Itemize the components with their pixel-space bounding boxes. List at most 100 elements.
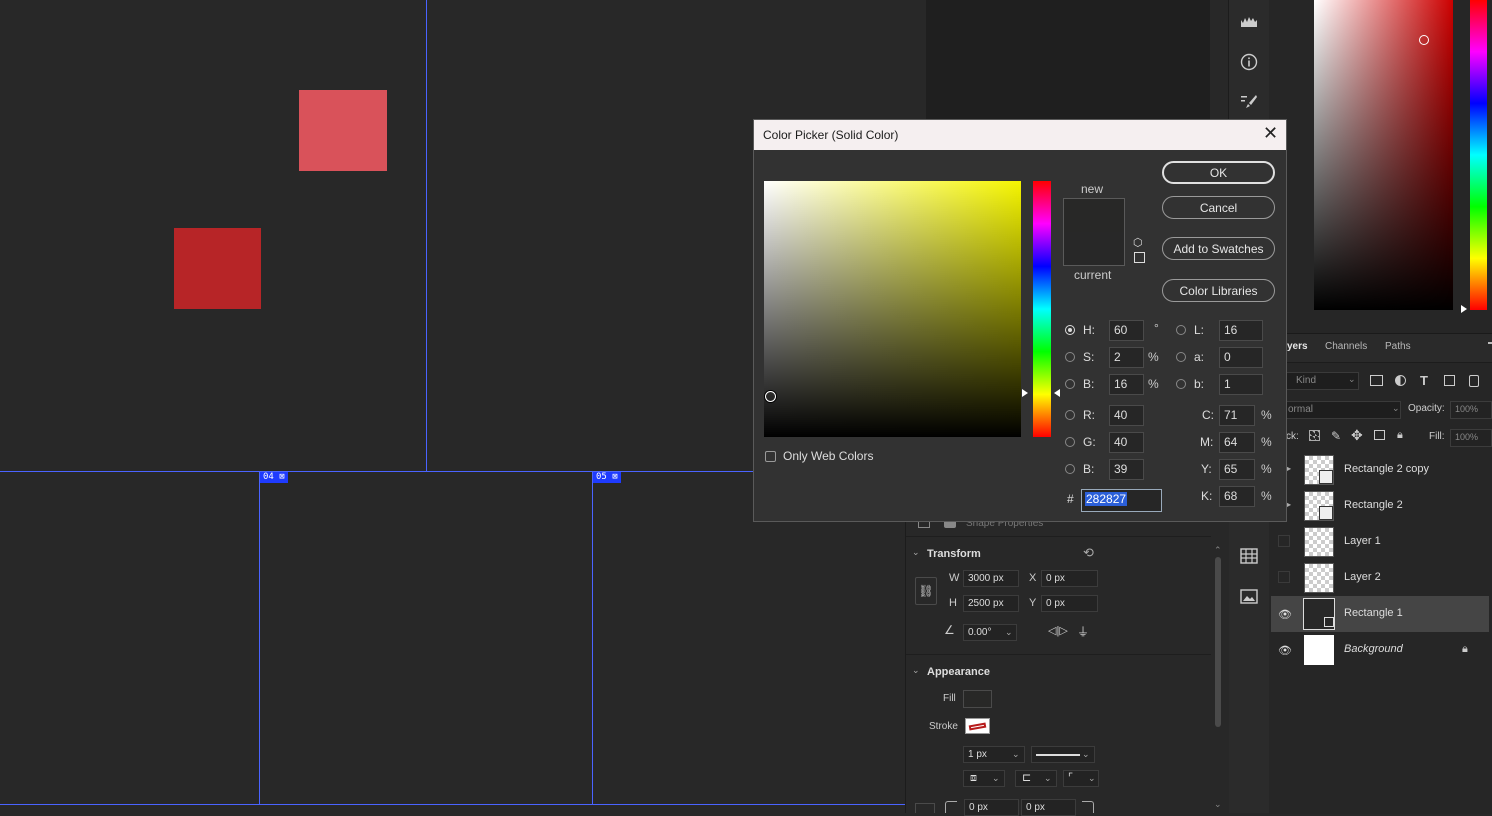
height-input[interactable]: 2500 px bbox=[963, 595, 1019, 612]
flip-horizontal-icon[interactable]: ◁|▷ bbox=[1048, 624, 1068, 637]
opacity-input[interactable]: 100% bbox=[1450, 401, 1492, 419]
lock-position-icon[interactable]: ✥ bbox=[1351, 427, 1363, 444]
stroke-caps-select[interactable]: ⊏ ⌄ bbox=[1015, 770, 1057, 787]
k-input[interactable]: 68 bbox=[1219, 486, 1255, 507]
pink-square[interactable] bbox=[299, 90, 387, 171]
scroll-down-icon[interactable]: ⌄ bbox=[1214, 799, 1222, 810]
hue-slider[interactable] bbox=[1470, 0, 1487, 310]
flip-vertical-icon[interactable]: ⏚ bbox=[1077, 623, 1089, 640]
y-input[interactable]: 65 bbox=[1219, 459, 1255, 480]
eye-icon[interactable]: 👁︎ bbox=[1278, 644, 1292, 657]
current-color-swatch[interactable] bbox=[1063, 232, 1125, 266]
eye-icon[interactable]: 👁︎ bbox=[1278, 608, 1292, 621]
brightness-radio[interactable] bbox=[1065, 379, 1075, 389]
hue-slider[interactable] bbox=[1033, 181, 1051, 437]
s-radio[interactable] bbox=[1065, 352, 1075, 362]
brush-settings-icon[interactable] bbox=[1231, 84, 1267, 120]
filter-type-icon[interactable]: T bbox=[1420, 373, 1428, 388]
h-input[interactable]: 60 bbox=[1109, 320, 1144, 341]
histogram-icon[interactable] bbox=[1231, 3, 1267, 39]
b-radio[interactable] bbox=[1065, 464, 1075, 474]
layer-row[interactable]: 👁︎ Background 🔒︎ bbox=[1271, 632, 1489, 668]
a-radio[interactable] bbox=[1176, 352, 1186, 362]
scrollbar-thumb[interactable] bbox=[1215, 557, 1221, 727]
corner-radius-input-2[interactable]: 0 px bbox=[1021, 799, 1076, 816]
hex-input[interactable]: 282827 bbox=[1081, 489, 1162, 512]
c-input[interactable]: 71 bbox=[1219, 405, 1255, 426]
scroll-up-icon[interactable]: ⌃ bbox=[1214, 545, 1222, 556]
y-input[interactable]: 0 px bbox=[1041, 595, 1098, 612]
stroke-align-select[interactable]: ⧈ ⌄ bbox=[963, 770, 1005, 787]
color-libraries-button[interactable]: Color Libraries bbox=[1162, 279, 1275, 302]
lab-b-input[interactable]: 1 bbox=[1219, 374, 1263, 395]
x-input[interactable]: 0 px bbox=[1041, 570, 1098, 587]
h-radio[interactable] bbox=[1065, 325, 1075, 335]
lock-pixels-icon[interactable]: ✎ bbox=[1331, 429, 1341, 443]
filter-shape-icon[interactable] bbox=[1444, 375, 1455, 386]
chevron-down-icon[interactable]: ⌄ bbox=[912, 547, 920, 558]
hue-slider-right-arrow[interactable] bbox=[1054, 389, 1060, 397]
corner-link-icon[interactable] bbox=[915, 803, 935, 813]
color-field[interactable] bbox=[1314, 0, 1453, 310]
l-input[interactable]: 16 bbox=[1219, 320, 1263, 341]
filter-adjustment-icon[interactable] bbox=[1395, 375, 1406, 386]
lab-b-radio[interactable] bbox=[1176, 379, 1186, 389]
dialog-titlebar[interactable]: Color Picker (Solid Color) ✕ bbox=[754, 120, 1286, 150]
stroke-type-select[interactable]: ⌄ bbox=[1031, 746, 1095, 763]
brightness-input[interactable]: 16 bbox=[1109, 374, 1144, 395]
layer-row[interactable]: ▶ Rectangle 2 copy bbox=[1271, 452, 1489, 488]
a-input[interactable]: 0 bbox=[1219, 347, 1263, 368]
lock-all-icon[interactable]: 🔒︎ bbox=[1397, 429, 1403, 442]
slice-05-tag[interactable]: 05 ⊠ bbox=[593, 472, 621, 483]
properties-scrollbar[interactable]: ⌃ ⌄ bbox=[1211, 545, 1225, 813]
r-input[interactable]: 40 bbox=[1109, 405, 1144, 426]
reset-icon[interactable]: ⟲ bbox=[1083, 545, 1094, 561]
fill-input[interactable]: 100% bbox=[1450, 429, 1492, 447]
slice-04-tag[interactable]: 04 ⊠ bbox=[260, 472, 288, 483]
g-radio[interactable] bbox=[1065, 437, 1075, 447]
corner-radius-input-1[interactable]: 0 px bbox=[964, 799, 1019, 816]
visibility-toggle[interactable] bbox=[1278, 571, 1290, 583]
angle-input[interactable]: 0.00° ⌄ bbox=[963, 624, 1017, 641]
layer-row[interactable]: ▶ Rectangle 2 bbox=[1271, 488, 1489, 524]
stroke-corners-select[interactable]: ⌜ ⌄ bbox=[1063, 770, 1099, 787]
web-safe-square-icon[interactable] bbox=[1134, 252, 1145, 263]
filter-smart-object-icon[interactable] bbox=[1469, 375, 1479, 387]
layer-row-selected[interactable]: 👁︎ Rectangle 1 bbox=[1271, 596, 1489, 632]
fill-swatch[interactable] bbox=[963, 690, 992, 708]
b-input[interactable]: 39 bbox=[1109, 459, 1144, 480]
l-radio[interactable] bbox=[1176, 325, 1186, 335]
stroke-width-select[interactable]: 1 px ⌄ bbox=[963, 746, 1025, 763]
layer-filter-select[interactable]: Kind ⌄ bbox=[1283, 372, 1359, 390]
s-input[interactable]: 2 bbox=[1109, 347, 1144, 368]
layer-row[interactable]: Layer 1 bbox=[1271, 524, 1489, 560]
red-square[interactable] bbox=[174, 228, 261, 309]
blend-mode-select[interactable]: ormal ⌄ bbox=[1283, 401, 1401, 419]
lock-transparent-icon[interactable] bbox=[1309, 430, 1320, 441]
ok-button[interactable]: OK bbox=[1162, 161, 1275, 184]
visibility-toggle[interactable] bbox=[1278, 535, 1290, 547]
color-field-marker[interactable] bbox=[765, 391, 776, 402]
info-icon[interactable] bbox=[1231, 44, 1267, 80]
hue-slider-arrow[interactable] bbox=[1461, 305, 1467, 313]
close-icon[interactable]: ✕ bbox=[1263, 123, 1278, 144]
image-panel-icon[interactable] bbox=[1231, 578, 1267, 614]
filter-pixel-icon[interactable] bbox=[1370, 375, 1383, 386]
r-radio[interactable] bbox=[1065, 410, 1075, 420]
chevron-down-icon[interactable]: ⌄ bbox=[912, 665, 920, 676]
gamut-cube-icon[interactable]: ⬡ bbox=[1133, 236, 1143, 249]
m-input[interactable]: 64 bbox=[1219, 432, 1255, 453]
layer-row[interactable]: Layer 2 bbox=[1271, 560, 1489, 596]
stroke-swatch[interactable] bbox=[965, 718, 990, 734]
width-input[interactable]: 3000 px bbox=[963, 570, 1019, 587]
tab-paths[interactable]: Paths bbox=[1385, 341, 1411, 352]
only-web-colors-checkbox[interactable] bbox=[765, 451, 776, 462]
lock-artboard-icon[interactable] bbox=[1374, 430, 1385, 440]
add-to-swatches-button[interactable]: Add to Swatches bbox=[1162, 237, 1275, 260]
g-input[interactable]: 40 bbox=[1109, 432, 1144, 453]
link-icon[interactable]: ⛓ bbox=[915, 577, 937, 605]
cancel-button[interactable]: Cancel bbox=[1162, 196, 1275, 219]
color-field-marker[interactable] bbox=[1419, 35, 1429, 45]
saturation-brightness-field[interactable] bbox=[764, 181, 1021, 437]
tab-channels[interactable]: Channels bbox=[1325, 341, 1367, 352]
